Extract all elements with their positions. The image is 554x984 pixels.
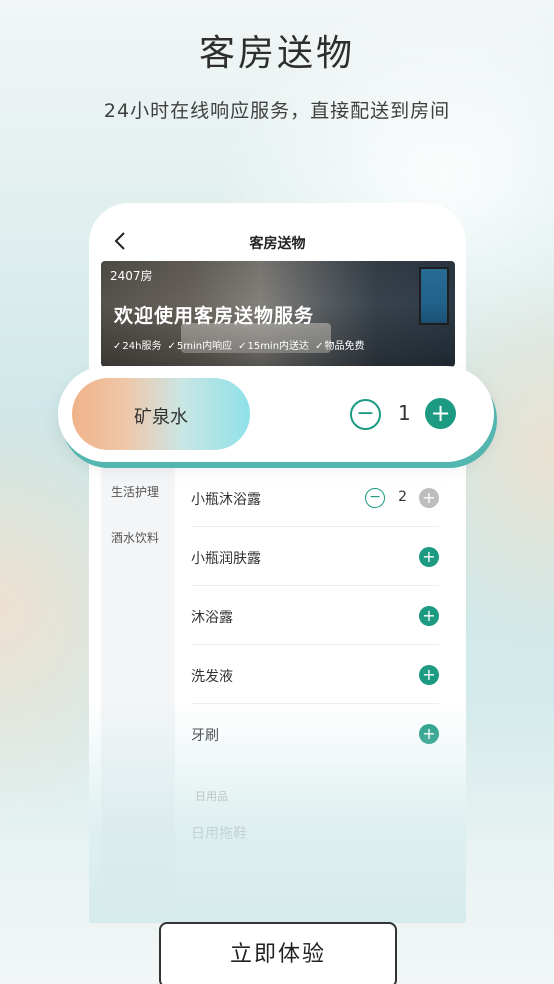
minus-circle-icon[interactable]: −	[350, 399, 381, 430]
item-name: 沐浴露	[191, 610, 233, 626]
item-name: 日用拖鞋	[191, 826, 247, 842]
feature-label: 24h服务	[122, 341, 162, 352]
item-quantity: 2	[398, 489, 407, 505]
plus-circle-icon[interactable]: +	[419, 724, 439, 744]
list-item-faded: 日用拖鞋	[191, 823, 439, 843]
check-icon: ✓	[167, 341, 176, 352]
list-item: 小瓶沐浴露 − 2 +	[191, 469, 439, 527]
feature-item: ✓物品免费	[315, 337, 364, 352]
list-item: 小瓶润肤露 +	[191, 528, 439, 586]
feature-item: ✓15min内送达	[238, 337, 309, 352]
plus-circle-icon[interactable]: +	[425, 398, 456, 429]
feature-item: ✓5min内响应	[167, 337, 232, 352]
item-name: 牙刷	[191, 728, 219, 744]
feature-item: ✓24h服务	[113, 337, 161, 352]
list-item: 牙刷 +	[191, 705, 439, 763]
check-icon: ✓	[113, 341, 122, 352]
selected-item-card: 矿泉水 − 1 +	[58, 366, 494, 462]
phone-header: 客房送物	[89, 225, 466, 255]
category-sidebar: 生活护理 酒水饮料	[101, 463, 175, 923]
phone-mockup: 客房送物 2407房 欢迎使用客房送物服务 ✓24h服务 ✓5min内响应 ✓1…	[89, 203, 466, 923]
room-number: 2407房	[110, 269, 153, 283]
plus-circle-icon[interactable]: +	[419, 665, 439, 685]
feature-label: 5min内响应	[176, 341, 233, 352]
hero-subtitle: 24小时在线响应服务，直接配送到房间	[103, 100, 451, 122]
list-item: 洗发液 +	[191, 646, 439, 704]
feature-label: 15min内送达	[247, 341, 310, 352]
selected-item-pill: 矿泉水	[72, 378, 250, 450]
category-item-life-care[interactable]: 生活护理	[111, 483, 159, 500]
hero-title: 客房送物	[198, 33, 355, 74]
phone-title: 客房送物	[249, 236, 306, 252]
try-now-button[interactable]: 立即体验	[159, 922, 397, 984]
section-label: 日用品	[195, 790, 228, 803]
banner-title: 欢迎使用客房送物服务	[114, 305, 315, 327]
plus-circle-icon[interactable]: +	[419, 488, 439, 508]
check-icon: ✓	[315, 341, 324, 352]
category-item-drinks[interactable]: 酒水饮料	[111, 529, 159, 546]
selected-item-quantity: 1	[398, 401, 411, 425]
item-name: 小瓶沐浴露	[191, 492, 261, 508]
plus-circle-icon[interactable]: +	[419, 547, 439, 567]
item-name: 小瓶润肤露	[191, 551, 261, 567]
feature-label: 物品免费	[324, 341, 365, 352]
item-name: 洗发液	[191, 669, 233, 685]
minus-circle-icon[interactable]: −	[365, 488, 385, 508]
list-item: 沐浴露 +	[191, 587, 439, 645]
welcome-banner: 2407房 欢迎使用客房送物服务 ✓24h服务 ✓5min内响应 ✓15min内…	[101, 261, 455, 367]
selected-item-name: 矿泉水	[134, 407, 188, 428]
plus-circle-icon[interactable]: +	[419, 606, 439, 626]
check-icon: ✓	[238, 341, 247, 352]
feature-list: ✓24h服务 ✓5min内响应 ✓15min内送达 ✓物品免费	[113, 337, 364, 352]
